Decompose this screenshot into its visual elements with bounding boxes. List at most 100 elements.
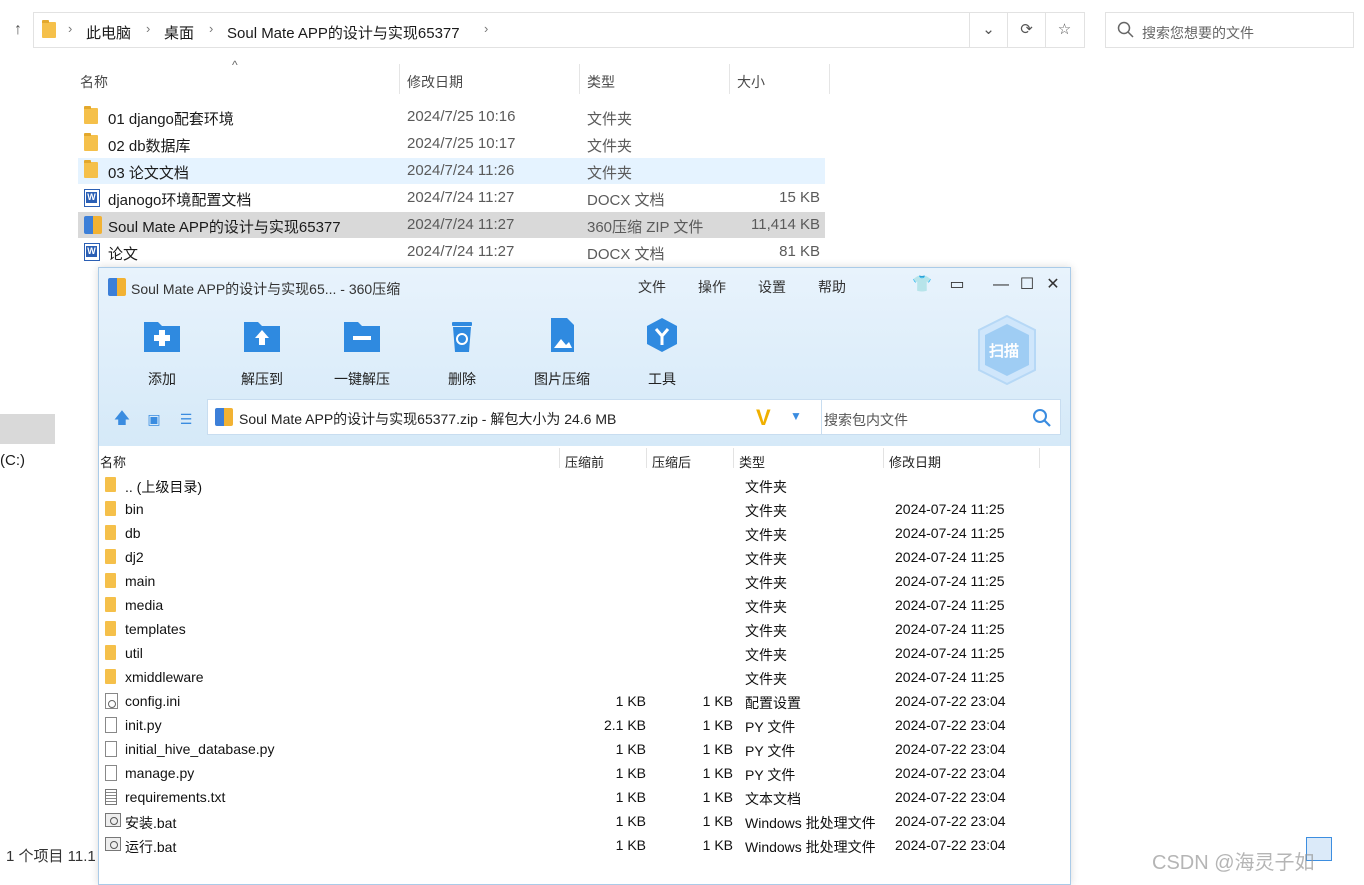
- column-header-name[interactable]: 名称: [80, 72, 108, 92]
- archive-entry-row[interactable]: util 文件夹 2024-07-24 11:25: [99, 642, 1070, 666]
- chevron-right-icon[interactable]: ›: [68, 21, 72, 36]
- archive-entry-row[interactable]: 安装.bat 1 KB 1 KB Windows 批处理文件 2024-07-22 23…: [99, 810, 1070, 834]
- tool-label: 添加: [148, 371, 176, 387]
- column-header-name[interactable]: 名称: [100, 452, 126, 471]
- image-compress-button[interactable]: 图片压缩: [522, 316, 602, 389]
- file-modified: 2024/7/25 10:17: [407, 135, 516, 152]
- breadcrumb-desktop[interactable]: 桌面: [164, 22, 194, 43]
- archive-search-input[interactable]: 搜索包内文件: [821, 399, 1061, 435]
- word-doc-icon: [84, 189, 100, 207]
- pin-icon[interactable]: ☆: [1045, 13, 1083, 47]
- entry-size-before: 1 KB: [615, 693, 646, 709]
- extract-to-button[interactable]: 解压到: [222, 316, 302, 389]
- column-header-type[interactable]: 类型: [587, 72, 615, 92]
- file-row[interactable]: 03 论文文档 2024/7/24 11:26 文件夹: [78, 158, 825, 184]
- file-row[interactable]: Soul Mate APP的设计与实现65377 2024/7/24 11:27 3…: [78, 212, 825, 238]
- archive-entry-row[interactable]: main 文件夹 2024-07-24 11:25: [99, 570, 1070, 594]
- nav-pane-selected-item[interactable]: [0, 414, 55, 444]
- entry-type: PY 文件: [745, 743, 796, 759]
- column-header-modified[interactable]: 修改日期: [889, 452, 941, 471]
- menu-operate[interactable]: 操作: [698, 277, 726, 297]
- archive-entry-row[interactable]: requirements.txt 1 KB 1 KB 文本文档 2024-07-22 2…: [99, 786, 1070, 810]
- tool-label: 解压到: [241, 371, 283, 387]
- chevron-right-icon[interactable]: ›: [209, 21, 213, 36]
- archive-entry-row[interactable]: xmiddleware 文件夹 2024-07-24 11:25: [99, 666, 1070, 690]
- file-row[interactable]: 01 django配套环境 2024/7/25 10:16 文件夹: [78, 104, 825, 130]
- up-arrow-icon[interactable]: ↑: [8, 20, 28, 40]
- tool-label: 工具: [648, 371, 676, 387]
- column-divider[interactable]: [829, 64, 830, 94]
- folder-icon: [105, 573, 116, 588]
- list-view-icon[interactable]: ☰: [177, 410, 195, 428]
- menu-file[interactable]: 文件: [638, 277, 666, 297]
- archive-entry-row[interactable]: media 文件夹 2024-07-24 11:25: [99, 594, 1070, 618]
- search-input[interactable]: 搜索您想要的文件: [1105, 12, 1354, 48]
- column-divider[interactable]: [883, 448, 884, 468]
- refresh-icon[interactable]: ⟳: [1007, 13, 1045, 47]
- entry-name: config.ini: [125, 693, 181, 709]
- chevron-down-icon[interactable]: ⌄: [969, 13, 1007, 47]
- archive-entry-row[interactable]: db 文件夹 2024-07-24 11:25: [99, 522, 1070, 546]
- file-row[interactable]: 论文 2024/7/24 11:27 DOCX 文档 81 KB: [78, 239, 825, 265]
- add-button[interactable]: 添加: [122, 316, 202, 389]
- search-icon: [1117, 21, 1134, 38]
- entry-size-after: 1 KB: [702, 741, 733, 757]
- close-icon[interactable]: ✕: [1042, 274, 1064, 296]
- archive-entry-row[interactable]: dj2 文件夹 2024-07-24 11:25: [99, 546, 1070, 570]
- v-logo-icon[interactable]: V: [756, 405, 771, 431]
- column-header-before[interactable]: 压缩前: [565, 452, 604, 471]
- skin-icon[interactable]: 👕: [911, 274, 933, 296]
- column-header-type[interactable]: 类型: [739, 452, 765, 471]
- archive-entry-row[interactable]: manage.py 1 KB 1 KB PY 文件 2024-07-22 23:04: [99, 762, 1070, 786]
- entry-modified: 2024-07-24 11:25: [895, 621, 1005, 637]
- feedback-icon[interactable]: ▭: [946, 274, 968, 296]
- menu-settings[interactable]: 设置: [758, 277, 786, 297]
- chevron-right-icon[interactable]: ›: [146, 21, 150, 36]
- minimize-icon[interactable]: —: [990, 274, 1012, 296]
- archive-entry-row[interactable]: .. (上级目录) 文件夹: [99, 474, 1070, 498]
- scan-button[interactable]: 扫描: [975, 314, 1039, 386]
- archive-entry-row[interactable]: initial_hive_database.py 1 KB 1 KB PY 文件 202…: [99, 738, 1070, 762]
- one-click-extract-button[interactable]: 一键解压: [322, 316, 402, 389]
- thumbnail-view-icon[interactable]: ▣: [145, 410, 163, 428]
- nav-pane-drive-c[interactable]: (C:): [0, 452, 25, 469]
- search-icon[interactable]: [1032, 408, 1052, 428]
- file-size: 81 KB: [779, 243, 820, 260]
- column-header-modified[interactable]: 修改日期: [407, 72, 463, 92]
- file-name: djanogo环境配置文档: [108, 192, 252, 209]
- maximize-icon[interactable]: ☐: [1016, 274, 1038, 296]
- archive-entry-row[interactable]: 运行.bat 1 KB 1 KB Windows 批处理文件 2024-07-22 23…: [99, 834, 1070, 858]
- column-divider[interactable]: [559, 448, 560, 468]
- column-divider[interactable]: [399, 64, 400, 94]
- archive-entry-row[interactable]: config.ini 1 KB 1 KB 配置设置 2024-07-22 23:04: [99, 690, 1070, 714]
- entry-name: db: [125, 525, 141, 541]
- chevron-right-icon[interactable]: ›: [484, 21, 488, 36]
- delete-button[interactable]: 删除: [422, 316, 502, 389]
- entry-size-before: 1 KB: [615, 789, 646, 805]
- column-divider[interactable]: [729, 64, 730, 94]
- dropdown-arrow-icon[interactable]: ▼: [790, 409, 802, 423]
- breadcrumb-folder[interactable]: Soul Mate APP的设计与实现65377: [227, 22, 460, 43]
- archive-entry-row[interactable]: bin 文件夹 2024-07-24 11:25: [99, 498, 1070, 522]
- column-header-size[interactable]: 大小: [737, 72, 765, 92]
- column-divider[interactable]: [646, 448, 647, 468]
- entry-name: main: [125, 573, 156, 589]
- column-divider[interactable]: [579, 64, 580, 94]
- archive-entry-row[interactable]: init.py 2.1 KB 1 KB PY 文件 2024-07-22 23:04: [99, 714, 1070, 738]
- file-modified: 2024/7/24 11:27: [407, 189, 515, 206]
- archive-window-360zip: Soul Mate APP的设计与实现65... - 360压缩 文件 操作 设…: [98, 267, 1071, 885]
- file-row[interactable]: djanogo环境配置文档 2024/7/24 11:27 DOCX 文档 15 KB: [78, 185, 825, 211]
- up-level-icon[interactable]: 🡅: [113, 410, 131, 428]
- archive-path-field[interactable]: Soul Mate APP的设计与实现65377.zip - 解包大小为 24.…: [207, 399, 915, 435]
- column-header-after[interactable]: 压缩后: [652, 452, 691, 471]
- archive-entry-row[interactable]: templates 文件夹 2024-07-24 11:25: [99, 618, 1070, 642]
- window-title: Soul Mate APP的设计与实现65... - 360压缩: [131, 281, 401, 297]
- tools-button[interactable]: 工具: [622, 316, 702, 389]
- file-row[interactable]: 02 db数据库 2024/7/25 10:17 文件夹: [78, 131, 825, 157]
- entry-size-before: 1 KB: [615, 741, 646, 757]
- column-divider[interactable]: [1039, 448, 1040, 468]
- column-divider[interactable]: [733, 448, 734, 468]
- menu-help[interactable]: 帮助: [818, 277, 846, 297]
- breadcrumb-this-pc[interactable]: 此电脑: [86, 22, 131, 43]
- address-bar[interactable]: › 此电脑 › 桌面 › Soul Mate APP的设计与实现65377 › …: [33, 12, 1085, 48]
